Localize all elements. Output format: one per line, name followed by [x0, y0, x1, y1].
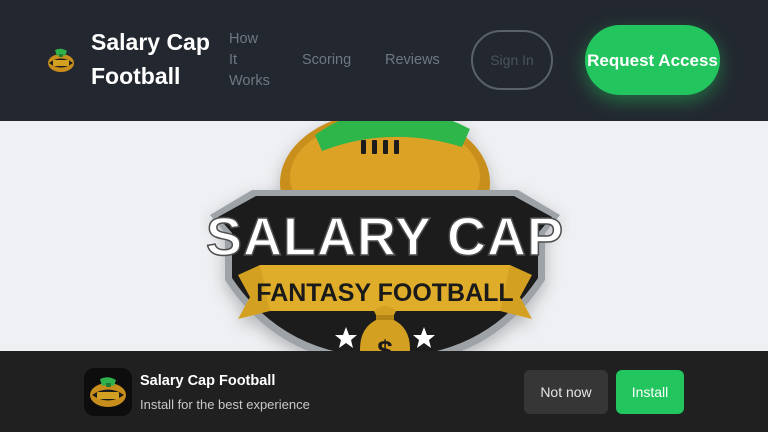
install-button[interactable]: Install — [616, 370, 684, 414]
brand-title[interactable]: Salary Cap Football — [91, 25, 223, 93]
logo-money-symbol: $ — [377, 335, 393, 351]
banner-subtitle: Install for the best experience — [140, 397, 310, 412]
logo-main-text: SALARY CAP — [206, 207, 564, 267]
banner-app-name: Salary Cap Football — [140, 373, 276, 389]
hero-section: SALARY CAP FANTASY FOOTBALL $ — [0, 121, 768, 351]
logo-sub-text: FANTASY FOOTBALL — [256, 279, 513, 307]
not-now-button[interactable]: Not now — [524, 370, 608, 414]
nav-how-it-works[interactable]: How It Works — [229, 29, 270, 92]
site-header: Salary Cap Football How It Works Scoring… — [0, 0, 768, 121]
nav-scoring[interactable]: Scoring — [302, 50, 351, 71]
request-access-button[interactable]: Request Access — [585, 25, 720, 95]
app-football-icon — [90, 377, 126, 407]
nav-reviews[interactable]: Reviews — [385, 50, 440, 71]
brand-logo-icon[interactable] — [46, 46, 76, 74]
salary-cap-logo: SALARY CAP FANTASY FOOTBALL $ — [205, 121, 564, 351]
sign-in-button[interactable]: Sign In — [471, 30, 553, 90]
app-icon — [84, 368, 132, 416]
